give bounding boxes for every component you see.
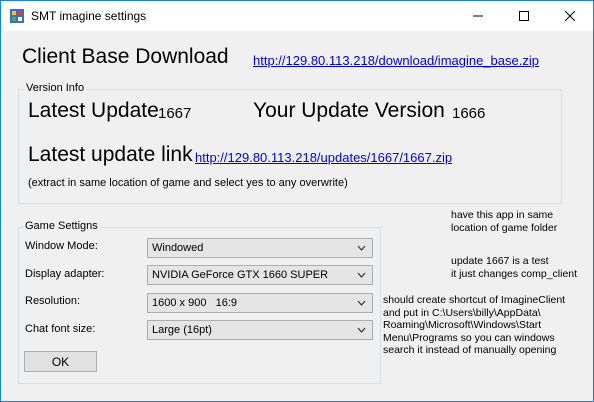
latest-update-label: Latest Update — [28, 99, 159, 122]
settings-window: SMT imagine settings Client Base Downloa… — [0, 0, 594, 402]
window-mode-value: Windowed — [152, 242, 204, 254]
note-app-location: have this app in same location of game f… — [451, 209, 558, 234]
display-adapter-value: NVIDIA GeForce GTX 1660 SUPER — [152, 269, 329, 281]
latest-update-value: 1667 — [158, 105, 192, 122]
client-base-link[interactable]: http://129.80.113.218/download/imagine_b… — [253, 53, 539, 68]
note-update-test: update 1667 is a test it just changes co… — [451, 255, 578, 280]
game-settings-legend: Game Settigns — [23, 220, 100, 232]
ok-button[interactable]: OK — [24, 351, 97, 372]
maximize-button[interactable] — [501, 1, 547, 31]
minimize-button[interactable] — [455, 1, 501, 31]
close-icon — [565, 11, 575, 21]
minimize-icon — [473, 15, 483, 17]
display-adapter-select[interactable]: NVIDIA GeForce GTX 1660 SUPER — [147, 265, 373, 285]
close-button[interactable] — [547, 1, 593, 31]
display-adapter-label: Display adapter: — [25, 268, 105, 280]
chat-font-size-select[interactable]: Large (16pt) — [147, 320, 373, 340]
latest-update-link[interactable]: http://129.80.113.218/updates/1667/1667.… — [195, 150, 452, 165]
extract-note: (extract in same location of game and se… — [28, 177, 348, 189]
window-title: SMT imagine settings — [31, 9, 147, 23]
maximize-icon — [519, 11, 529, 21]
window-mode-select[interactable]: Windowed — [147, 238, 373, 258]
title-bar[interactable]: SMT imagine settings — [1, 1, 593, 31]
window-mode-label: Window Mode: — [25, 240, 98, 252]
chevron-down-icon — [357, 245, 366, 251]
resolution-value: 1600 x 900 16:9 — [152, 297, 238, 309]
client-base-heading: Client Base Download — [22, 45, 229, 68]
your-update-value: 1666 — [452, 105, 486, 122]
chevron-down-icon — [357, 327, 366, 333]
version-info-legend: Version Info — [24, 82, 87, 94]
app-icon — [10, 9, 24, 23]
chevron-down-icon — [357, 300, 366, 306]
latest-link-label: Latest update link — [28, 143, 193, 166]
chevron-down-icon — [357, 272, 366, 278]
resolution-label: Resolution: — [25, 295, 81, 307]
chat-font-size-value: Large (16pt) — [152, 324, 212, 336]
your-update-label: Your Update Version — [253, 99, 445, 122]
resolution-select[interactable]: 1600 x 900 16:9 — [147, 293, 373, 313]
chat-font-size-label: Chat font size: — [25, 323, 96, 335]
note-shortcut: should create shortcut of ImagineClient … — [383, 294, 566, 356]
